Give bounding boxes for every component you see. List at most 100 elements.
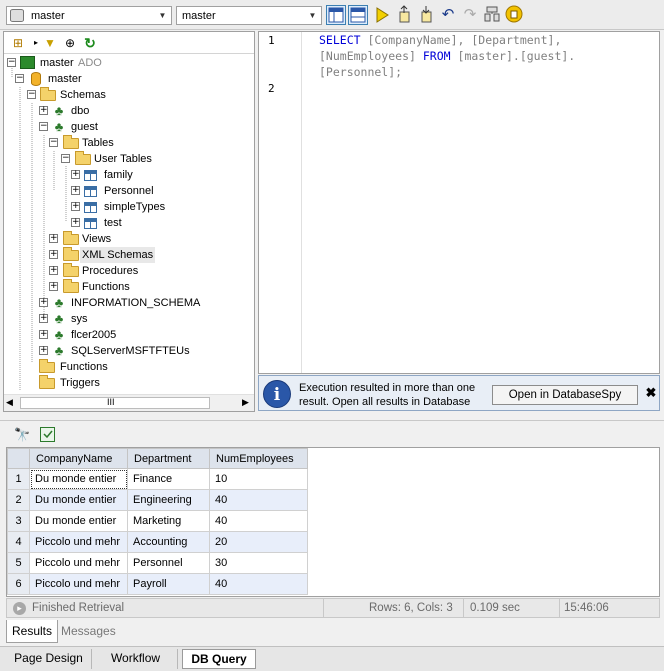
- tab-db-query[interactable]: DB Query: [182, 649, 256, 669]
- results-grid[interactable]: CompanyName Department NumEmployees 1 Du…: [6, 447, 660, 597]
- tree-horizontal-scrollbar[interactable]: ◀ III ▶: [4, 394, 254, 411]
- collapse-icon[interactable]: −: [61, 154, 70, 163]
- find-icon[interactable]: 🔭: [14, 427, 30, 443]
- expand-icon[interactable]: +: [39, 298, 48, 307]
- table-cell[interactable]: Du monde entier: [29, 510, 128, 532]
- open-in-databasespy-button[interactable]: Open in DatabaseSpy: [492, 385, 638, 405]
- expand-icon[interactable]: +: [39, 314, 48, 323]
- expand-icon[interactable]: +: [71, 186, 80, 195]
- expand-icon[interactable]: +: [49, 266, 58, 275]
- expand-icon[interactable]: +: [71, 218, 80, 227]
- collapse-icon[interactable]: −: [27, 90, 36, 99]
- table-cell[interactable]: Accounting: [127, 531, 210, 553]
- database-value: master: [182, 10, 216, 22]
- expand-icon[interactable]: +: [39, 346, 48, 355]
- tab-page-design[interactable]: Page Design: [6, 649, 92, 669]
- schema-user-icon: ♣: [54, 343, 64, 358]
- expand-icon[interactable]: +: [49, 282, 58, 291]
- refresh-icon[interactable]: ↻: [82, 35, 98, 51]
- chevron-down-icon[interactable]: ▼: [156, 9, 169, 22]
- table-cell[interactable]: 30: [209, 552, 308, 574]
- table-cell[interactable]: Engineering: [127, 489, 210, 511]
- export-results-icon[interactable]: [40, 427, 55, 442]
- pane-splitter[interactable]: [0, 415, 664, 421]
- undo-icon[interactable]: ↶: [438, 5, 458, 25]
- rows-cols-count: Rows: 6, Cols: 3: [369, 602, 453, 614]
- layout-toggle-icon[interactable]: [326, 5, 346, 25]
- layout-toggle2-icon[interactable]: [348, 5, 368, 25]
- table-row[interactable]: 2 Du monde entier Engineering 40: [7, 489, 308, 511]
- table-cell[interactable]: Payroll: [127, 573, 210, 595]
- table-row[interactable]: 1 Du monde entier Finance 10: [7, 468, 308, 490]
- line-number-gutter: 1 2: [259, 32, 302, 373]
- table-row[interactable]: 4 Piccolo und mehr Accounting 20: [7, 531, 308, 553]
- row-number-header: [7, 448, 30, 469]
- collapse-icon[interactable]: −: [7, 58, 16, 67]
- folder-icon: [63, 135, 79, 149]
- scroll-right-icon[interactable]: ▶: [242, 397, 249, 408]
- table-cell[interactable]: Piccolo und mehr: [29, 573, 128, 595]
- database-icon: [31, 72, 41, 86]
- sql-format-icon[interactable]: [504, 5, 524, 25]
- tab-messages[interactable]: Messages: [56, 620, 121, 643]
- scroll-left-icon[interactable]: ◀: [6, 397, 13, 408]
- table-row[interactable]: 5 Piccolo und mehr Personnel 30: [7, 552, 308, 574]
- folder-icon: [63, 247, 79, 261]
- tab-workflow[interactable]: Workflow: [94, 649, 178, 669]
- column-header[interactable]: Department: [127, 448, 210, 469]
- options-icon[interactable]: [482, 5, 502, 25]
- table-row[interactable]: 3 Du monde entier Marketing 40: [7, 510, 308, 532]
- table-cell[interactable]: Personnel: [127, 552, 210, 574]
- table-cell[interactable]: 20: [209, 531, 308, 553]
- browser-toolbar: ⊞ ▸ ▼ ⊕ ↻: [4, 32, 254, 54]
- folder-icon: [39, 375, 55, 389]
- table-cell[interactable]: Piccolo und mehr: [29, 552, 128, 574]
- datasource-icon: [10, 9, 24, 22]
- folder-icon: [63, 263, 79, 277]
- expand-icon[interactable]: +: [39, 106, 48, 115]
- close-icon[interactable]: ✖: [644, 385, 658, 401]
- sql-editor[interactable]: 1 2 SELECT [CompanyName], [Department], …: [258, 31, 660, 374]
- collapse-icon[interactable]: −: [49, 138, 58, 147]
- table-cell[interactable]: 40: [209, 489, 308, 511]
- sql-code[interactable]: SELECT [CompanyName], [Department], [Num…: [319, 32, 649, 80]
- database-browser-panel: ⊞ ▸ ▼ ⊕ ↻ − master ADO − master − Schema…: [3, 31, 255, 412]
- column-header[interactable]: CompanyName: [29, 448, 128, 469]
- folder-icon: [63, 279, 79, 293]
- row-number: 1: [7, 468, 30, 490]
- datasource-select[interactable]: master ▼: [6, 6, 172, 25]
- table-row[interactable]: 6 Piccolo und mehr Payroll 40: [7, 573, 308, 595]
- chevron-down-icon[interactable]: ▼: [306, 9, 319, 22]
- query-toolbar: master ▼ master ▼ ↶ ↷: [0, 0, 664, 30]
- expand-icon[interactable]: +: [49, 234, 58, 243]
- table-cell[interactable]: Finance: [127, 468, 210, 490]
- collapse-icon[interactable]: −: [39, 122, 48, 131]
- add-to-design-icon[interactable]: ⊞: [10, 35, 26, 51]
- redo-icon[interactable]: ↷: [460, 5, 480, 25]
- table-cell[interactable]: Du monde entier: [29, 468, 128, 490]
- export-icon[interactable]: [416, 5, 436, 25]
- info-icon: i: [263, 380, 291, 408]
- table-cell[interactable]: Piccolo und mehr: [29, 531, 128, 553]
- scroll-thumb[interactable]: III: [20, 397, 210, 409]
- tab-results[interactable]: Results: [6, 620, 59, 643]
- table-cell[interactable]: 40: [209, 573, 308, 595]
- results-table: CompanyName Department NumEmployees 1 Du…: [7, 448, 308, 595]
- expand-icon[interactable]: +: [71, 170, 80, 179]
- expand-icon[interactable]: +: [39, 330, 48, 339]
- locate-icon[interactable]: ⊕: [62, 35, 78, 51]
- execute-icon[interactable]: [372, 5, 392, 25]
- table-cell[interactable]: Marketing: [127, 510, 210, 532]
- database-select[interactable]: master ▼: [176, 6, 322, 25]
- import-icon[interactable]: [394, 5, 414, 25]
- table-cell[interactable]: 10: [209, 468, 308, 490]
- folder-icon: [39, 359, 55, 373]
- filter-icon[interactable]: ▼: [42, 35, 58, 51]
- collapse-icon[interactable]: −: [15, 74, 24, 83]
- table-cell[interactable]: 40: [209, 510, 308, 532]
- table-cell[interactable]: Du monde entier: [29, 489, 128, 511]
- column-header[interactable]: NumEmployees: [209, 448, 308, 469]
- expand-icon[interactable]: +: [49, 250, 58, 259]
- table-header-row: CompanyName Department NumEmployees: [7, 448, 308, 469]
- expand-icon[interactable]: +: [71, 202, 80, 211]
